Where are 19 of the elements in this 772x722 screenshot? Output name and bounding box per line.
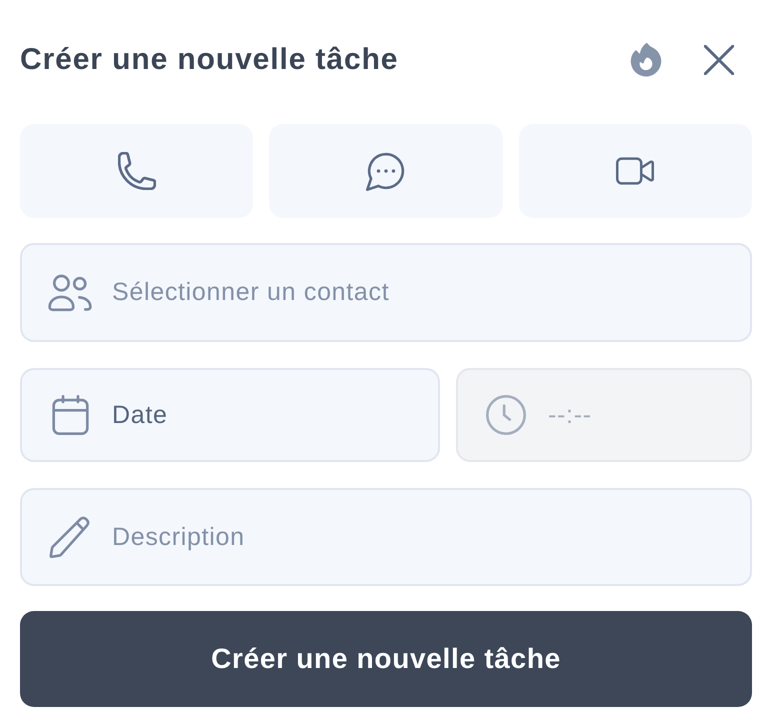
close-icon: [704, 45, 734, 75]
clock-icon: [486, 395, 526, 435]
dialog-title: Créer une nouvelle tâche: [20, 42, 400, 78]
date-field[interactable]: Date: [20, 368, 440, 462]
create-task-button[interactable]: Créer une nouvelle tâche: [20, 611, 752, 707]
pencil-icon: [48, 516, 90, 558]
users-icon: [48, 274, 92, 312]
contact-field[interactable]: Sélectionner un contact: [20, 243, 752, 342]
description-field[interactable]: Description: [20, 488, 752, 586]
video-camera-icon: [616, 155, 654, 187]
close-button[interactable]: [704, 45, 734, 75]
calendar-icon: [52, 395, 89, 435]
chat-channel-button[interactable]: [269, 124, 503, 218]
flame-icon: [630, 43, 662, 77]
video-channel-button[interactable]: [518, 124, 752, 218]
flame-button[interactable]: [630, 43, 662, 77]
phone-channel-button[interactable]: [20, 124, 254, 218]
chat-bubble-icon: [366, 151, 406, 191]
phone-icon: [118, 152, 156, 190]
